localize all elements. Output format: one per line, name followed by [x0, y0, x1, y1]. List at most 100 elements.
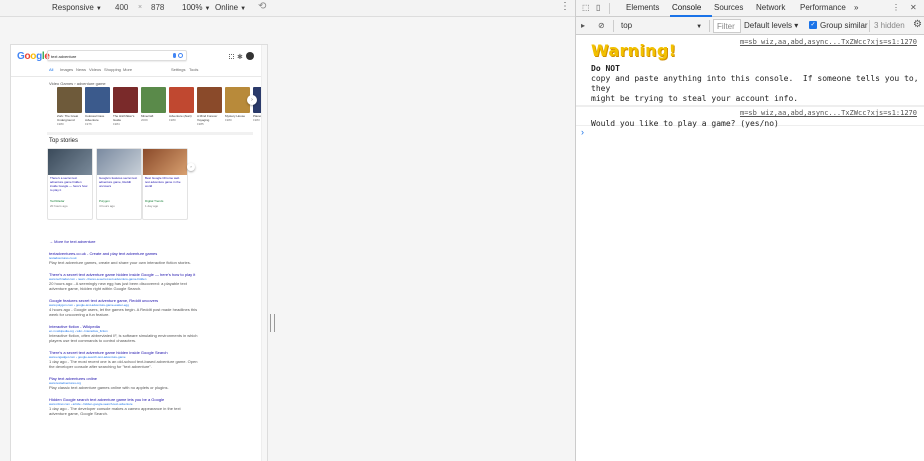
tab-network[interactable]: Network: [756, 3, 785, 12]
width-input[interactable]: 400: [112, 2, 131, 14]
context-label: top: [621, 21, 633, 30]
result-snippet: Play classic text adventure games online…: [49, 385, 169, 390]
avatar[interactable]: [246, 52, 254, 60]
more-options-icon[interactable]: ⋮: [892, 3, 900, 12]
video-game-card[interactable]: Zork: The Great Underground 1980: [57, 87, 82, 126]
console-toolbar: ▸ ⊘ top ▼ Filter Default levels ▾ ✓ Group…: [576, 17, 924, 35]
game-cover-image: [57, 87, 82, 113]
video-game-card[interactable]: A Mind Forever Voyaging 1985: [197, 87, 222, 126]
chevron-down-icon: ▼: [95, 6, 102, 12]
game-title: The Hitchhiker's Guide: [113, 114, 135, 122]
more-options-icon[interactable]: ⋮: [560, 1, 570, 12]
device-emulation-area: Google text adventure ✱ All Images News …: [0, 17, 575, 461]
game-cover-image: [197, 87, 222, 113]
result-snippet: Interactive fiction, often abbreviated I…: [49, 333, 198, 343]
console-prompt[interactable]: ›: [581, 127, 584, 137]
tab-more[interactable]: More: [123, 67, 132, 72]
gear-icon[interactable]: ✱: [237, 53, 243, 61]
tab-shopping[interactable]: Shopping: [104, 67, 121, 72]
game-year: 1985: [197, 122, 204, 126]
apps-grid-icon[interactable]: [229, 54, 234, 59]
game-year: 1980: [57, 122, 64, 126]
tab-elements[interactable]: Elements: [626, 3, 659, 12]
device-select-label: Responsive: [52, 3, 94, 12]
console-message: m=sb_wiz,aa,abd,async...TxZWcc?xjs=s1:12…: [576, 106, 924, 128]
google-logo[interactable]: Google: [17, 51, 50, 62]
result-snippet: 20 hours ago - A seemingly new egg has j…: [49, 281, 187, 291]
video-game-card[interactable]: Adventure (Atari) 1980: [169, 87, 194, 122]
game-cover-image: [113, 87, 138, 113]
video-game-card[interactable]: Mystery House 1980: [225, 87, 250, 122]
story-source: Polygon: [99, 199, 110, 203]
viewport-scrollbar[interactable]: [261, 45, 267, 461]
gear-icon[interactable]: ⚙: [913, 19, 922, 30]
tab-videos[interactable]: Videos: [89, 67, 101, 72]
emulated-viewport[interactable]: Google text adventure ✱ All Images News …: [10, 44, 268, 461]
search-result: Hidden Google search text adventure game…: [49, 397, 199, 416]
tab-images[interactable]: Images: [60, 67, 73, 72]
filter-input[interactable]: Filter: [713, 19, 741, 33]
video-game-card[interactable]: Colossal Cave Adventure 1976: [85, 87, 110, 126]
game-title: A Mind Forever Voyaging: [197, 114, 218, 122]
game-year: 1980: [169, 118, 176, 122]
chevron-down-icon: ▼: [204, 6, 211, 12]
sidebar-toggle-icon[interactable]: ▸: [581, 21, 585, 30]
story-thumbnail: [48, 149, 92, 175]
rotate-icon[interactable]: ⟲: [258, 1, 266, 12]
story-card[interactable]: Google's features secret text adventure …: [96, 148, 142, 220]
tab-all[interactable]: All: [49, 67, 53, 72]
divider: [609, 3, 610, 14]
story-age: 20 hours ago: [50, 204, 68, 208]
video-game-card[interactable]: Minecraft 2009: [141, 87, 166, 122]
game-year: 2009: [141, 118, 148, 122]
video-game-card[interactable]: The Hitchhiker's Guide 1984: [113, 87, 138, 126]
more-stories-link[interactable]: → More for text adventure: [49, 239, 95, 244]
story-thumbnail: [97, 149, 141, 175]
story-card[interactable]: There's a secret text adventure game hid…: [47, 148, 93, 220]
device-emulation-toolbar: Responsive ▼ 400 × 878 100% ▼ Online ▼ ⟲ ⋮: [0, 0, 575, 17]
clear-console-icon[interactable]: ⊘: [598, 21, 605, 30]
close-icon[interactable]: ✕: [910, 3, 917, 12]
result-snippet: 1 day ago - The most recent one is an ol…: [49, 359, 198, 369]
context-select[interactable]: top ▼: [621, 21, 702, 30]
chevron-down-icon: ▼: [696, 24, 703, 30]
more-tabs-button[interactable]: »: [854, 3, 858, 12]
inspect-element-icon[interactable]: ⬚: [582, 3, 590, 12]
tab-settings[interactable]: Settings: [171, 67, 185, 72]
zoom-select[interactable]: 100% ▼: [182, 3, 210, 12]
search-result: Play text adventures online www.textadven…: [49, 376, 199, 390]
tab-news[interactable]: News: [76, 67, 86, 72]
story-headline: Best Google Chrome web text adventure ga…: [145, 176, 181, 188]
chevron-right-icon[interactable]: ›: [187, 163, 195, 171]
story-source: Digital Trends: [145, 199, 164, 203]
search-icon[interactable]: [178, 53, 183, 58]
log-levels-select[interactable]: Default levels ▾: [744, 21, 798, 30]
device-select[interactable]: Responsive ▼: [52, 3, 102, 12]
tab-performance[interactable]: Performance: [800, 3, 846, 12]
network-select-label: Online: [215, 3, 239, 12]
divider: [613, 20, 614, 32]
microphone-icon[interactable]: [173, 53, 176, 58]
section-divider: [47, 132, 253, 135]
result-snippet: Play text adventure games, create and sh…: [49, 260, 191, 265]
result-snippet: 4 hours ago - Google users, let the game…: [49, 307, 198, 317]
network-throttle-select[interactable]: Online ▼: [215, 3, 246, 12]
message-body: copy and paste anything into this consol…: [591, 74, 919, 103]
chevron-right-icon[interactable]: ›: [247, 95, 257, 105]
height-input[interactable]: 878: [148, 2, 167, 14]
message-source-link[interactable]: m=sb_wiz,aa,abd,async...TxZWcc?xjs=s1:12…: [740, 38, 917, 46]
tab-tools[interactable]: Tools: [189, 67, 198, 72]
group-similar-checkbox[interactable]: ✓: [809, 21, 817, 29]
story-card[interactable]: Best Google Chrome web text adventure ga…: [142, 148, 188, 220]
tab-sources[interactable]: Sources: [714, 3, 743, 12]
device-toolbar-icon[interactable]: ▯: [596, 3, 600, 12]
message-source-link[interactable]: m=sb_wiz,aa,abd,async...TxZWcc?xjs=s1:12…: [740, 109, 917, 117]
google-search-box[interactable]: text adventure: [47, 50, 187, 61]
game-cover-image: [85, 87, 110, 113]
resize-handle[interactable]: [270, 314, 275, 332]
story-headline: Google's features secret text adventure …: [99, 176, 138, 188]
story-headline: There's a secret text adventure game hid…: [50, 176, 88, 192]
game-title: Colossal Cave Adventure: [85, 114, 105, 122]
game-title: Zork: The Great Underground: [57, 114, 79, 122]
tab-console[interactable]: Console: [672, 3, 701, 12]
